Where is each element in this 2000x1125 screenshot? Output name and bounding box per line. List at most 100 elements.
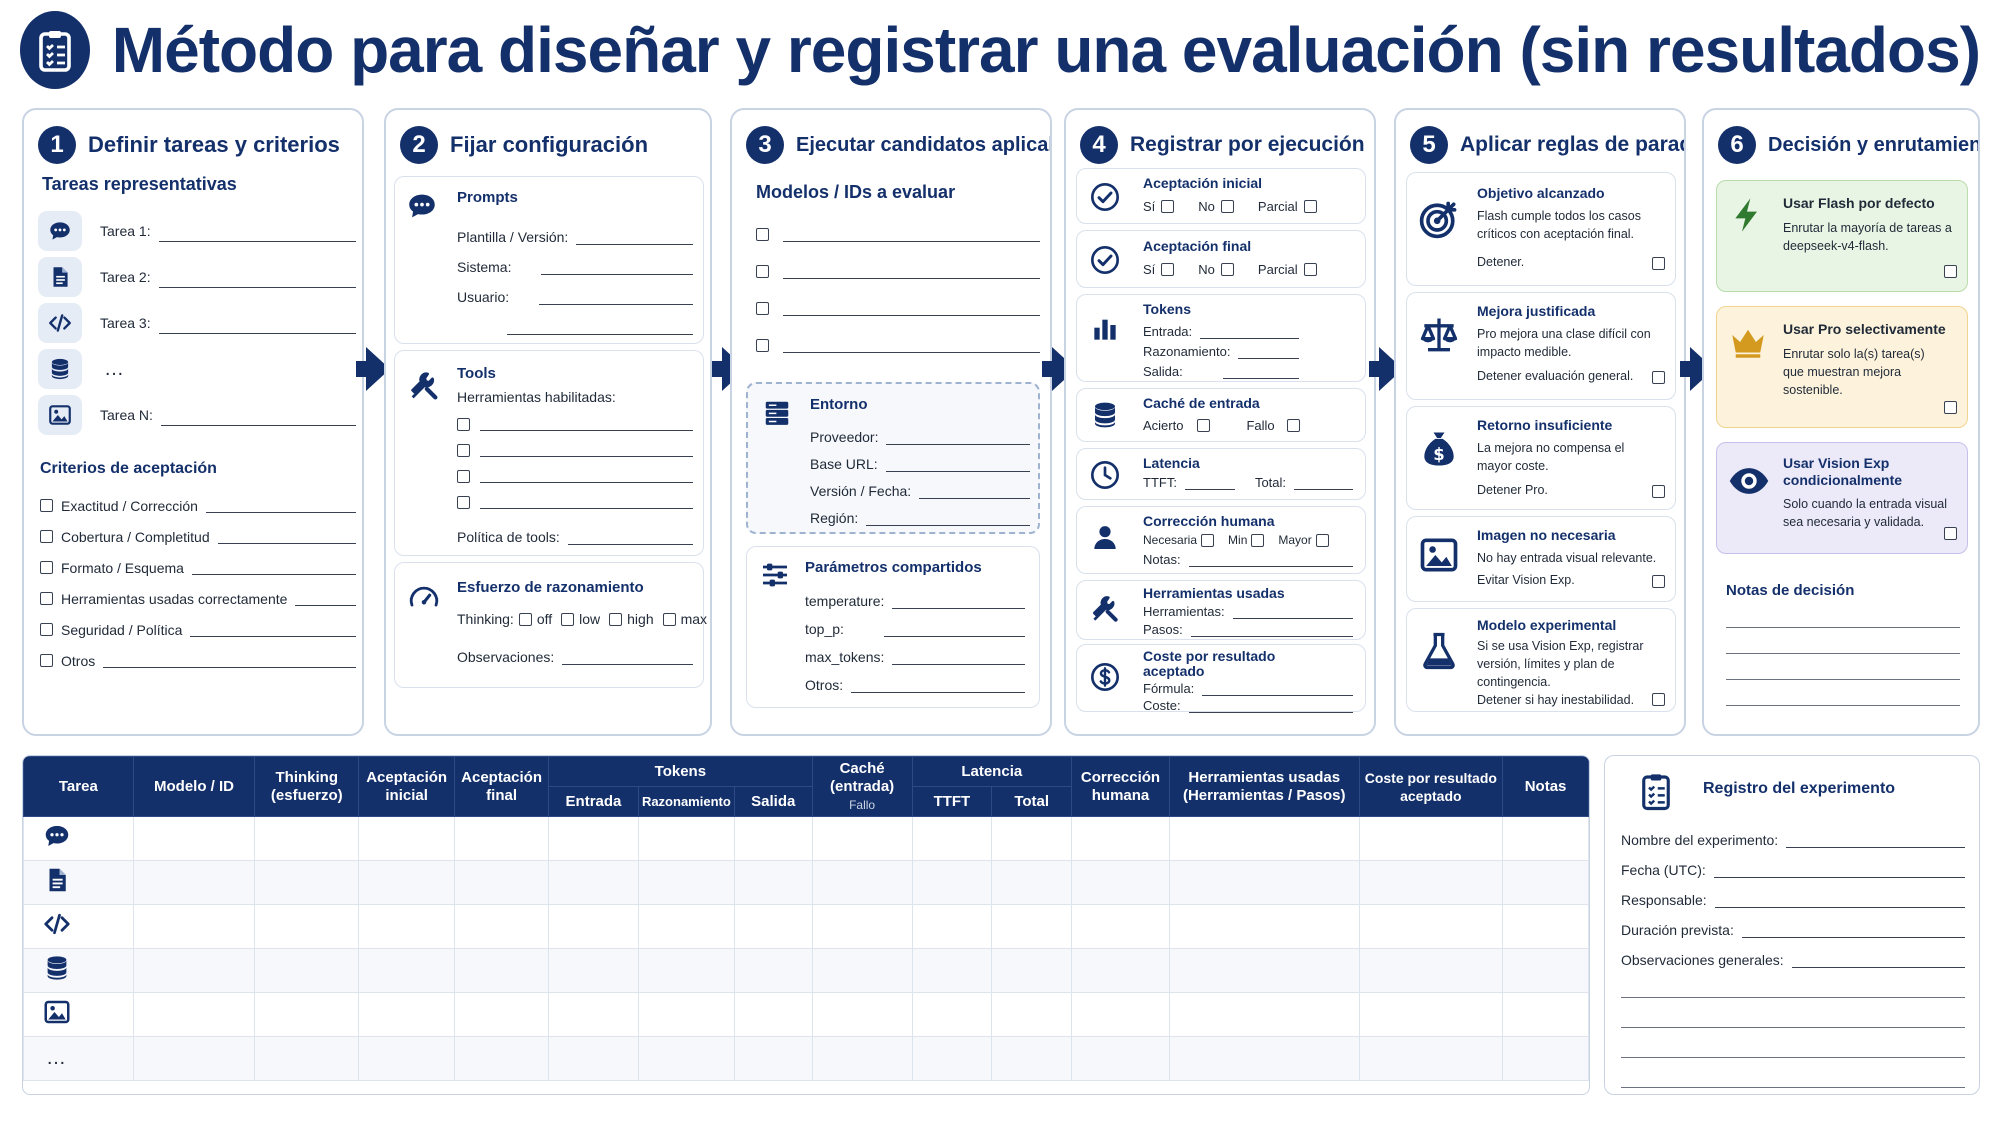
checkbox[interactable] (1652, 257, 1665, 270)
task-input[interactable] (160, 412, 356, 426)
criterion-item[interactable]: Otros (40, 645, 356, 676)
field-input[interactable] (892, 595, 1025, 609)
rule-card: Mejora justificada Pro mejora una clase … (1406, 292, 1676, 400)
field-input[interactable] (507, 321, 693, 335)
tools-input[interactable] (1232, 605, 1353, 619)
checkbox[interactable] (756, 265, 769, 278)
field-input[interactable] (539, 291, 693, 305)
checkbox-high[interactable] (609, 612, 623, 626)
checkbox-si[interactable] (1161, 200, 1175, 213)
checkbox[interactable] (1944, 265, 1957, 278)
policy-input[interactable] (567, 531, 693, 545)
checkbox[interactable] (457, 443, 470, 457)
task-ellipsis: … (104, 357, 124, 380)
checkbox-parcial[interactable] (1303, 263, 1317, 276)
experiment-name-input[interactable] (1786, 834, 1965, 848)
checkbox[interactable] (1944, 401, 1957, 414)
checkbox-min[interactable] (1251, 533, 1265, 547)
model-input[interactable] (783, 302, 1040, 316)
checkbox[interactable] (40, 623, 53, 636)
checkbox[interactable] (756, 302, 769, 315)
steps-input[interactable] (1190, 623, 1353, 637)
criterion-item[interactable]: Seguridad / Política (40, 614, 356, 645)
field-input[interactable] (851, 679, 1025, 693)
checkbox[interactable] (40, 654, 53, 667)
checkbox[interactable] (40, 530, 53, 543)
model-input[interactable] (783, 265, 1040, 279)
task-label: Tarea N: (100, 407, 153, 423)
checkbox-mayor[interactable] (1315, 533, 1329, 547)
checkbox-fallo[interactable] (1286, 419, 1300, 432)
tokens-input[interactable] (1238, 345, 1299, 359)
field-input[interactable] (919, 485, 1030, 499)
observations-lines[interactable] (1621, 968, 1965, 1088)
step-title: Fijar configuración (450, 132, 649, 157)
checkbox[interactable] (1652, 575, 1665, 588)
table-row (23, 948, 1589, 993)
model-input[interactable] (783, 228, 1040, 242)
checkbox-off[interactable] (518, 612, 532, 626)
model-input[interactable] (783, 339, 1040, 353)
formula-input[interactable] (1202, 682, 1353, 696)
owner-input[interactable] (1714, 894, 1965, 908)
field-input[interactable] (541, 261, 693, 275)
field-input[interactable] (866, 512, 1030, 526)
checkbox-acierto[interactable] (1197, 419, 1211, 432)
tokens-input[interactable] (1200, 325, 1299, 339)
checkbox[interactable] (1652, 693, 1665, 706)
checkbox[interactable] (40, 499, 53, 512)
tool-input[interactable] (480, 495, 693, 509)
checkbox-no[interactable] (1220, 263, 1234, 276)
criterion-item[interactable]: Cobertura / Completitud (40, 521, 356, 552)
checkbox[interactable] (457, 469, 470, 483)
thinking-label: Thinking: (457, 611, 514, 627)
environment-card: Entorno Proveedor: Base URL: Versión / F… (746, 382, 1040, 534)
duration-input[interactable] (1741, 924, 1965, 938)
notes-input[interactable] (1188, 553, 1353, 567)
field-input[interactable] (885, 458, 1030, 472)
tool-input[interactable] (480, 443, 693, 457)
criterion-item[interactable]: Formato / Esquema (40, 552, 356, 583)
task-input[interactable] (158, 228, 356, 242)
task-input[interactable] (158, 320, 356, 334)
checkbox[interactable] (1944, 527, 1957, 540)
step-number: 3 (746, 126, 784, 164)
task-input[interactable] (158, 274, 356, 288)
checkbox[interactable] (756, 339, 769, 352)
field-input[interactable] (883, 623, 1025, 637)
checkbox-no[interactable] (1220, 200, 1234, 213)
field-input[interactable] (892, 651, 1025, 665)
experiment-log-panel: Registro del experimento Nombre del expe… (1604, 755, 1980, 1095)
checkbox[interactable] (457, 417, 470, 431)
checkbox[interactable] (40, 592, 53, 605)
checkbox-parcial[interactable] (1303, 200, 1317, 213)
checkbox-si[interactable] (1161, 263, 1175, 276)
checkbox-low[interactable] (561, 612, 575, 626)
flask-icon (1417, 629, 1461, 678)
decision-notes-lines[interactable] (1726, 602, 1960, 706)
field-input[interactable] (576, 231, 693, 245)
criterion-item[interactable]: Exactitud / Corrección (40, 490, 356, 521)
tool-input[interactable] (480, 417, 693, 431)
date-input[interactable] (1713, 864, 1965, 878)
database-icon (38, 349, 82, 389)
observations-input[interactable] (1791, 954, 1965, 968)
checkbox[interactable] (1652, 371, 1665, 384)
bar-chart-icon (1089, 313, 1121, 350)
checkbox-necesaria[interactable] (1201, 533, 1215, 547)
checkbox[interactable] (1652, 485, 1665, 498)
tool-input[interactable] (480, 469, 693, 483)
field-input[interactable] (886, 431, 1030, 445)
tokens-input[interactable] (1222, 365, 1299, 379)
checkbox[interactable] (756, 228, 769, 241)
step-number: 4 (1080, 126, 1118, 164)
checkbox[interactable] (457, 495, 470, 509)
total-input[interactable] (1294, 476, 1353, 490)
criterion-item[interactable]: Herramientas usadas correctamente (40, 583, 356, 614)
cost-input[interactable] (1188, 699, 1353, 713)
observations-input[interactable] (562, 651, 693, 665)
ttft-input[interactable] (1184, 476, 1235, 490)
checkbox-max[interactable] (662, 612, 676, 626)
task-row: … (38, 346, 356, 392)
checkbox[interactable] (40, 561, 53, 574)
